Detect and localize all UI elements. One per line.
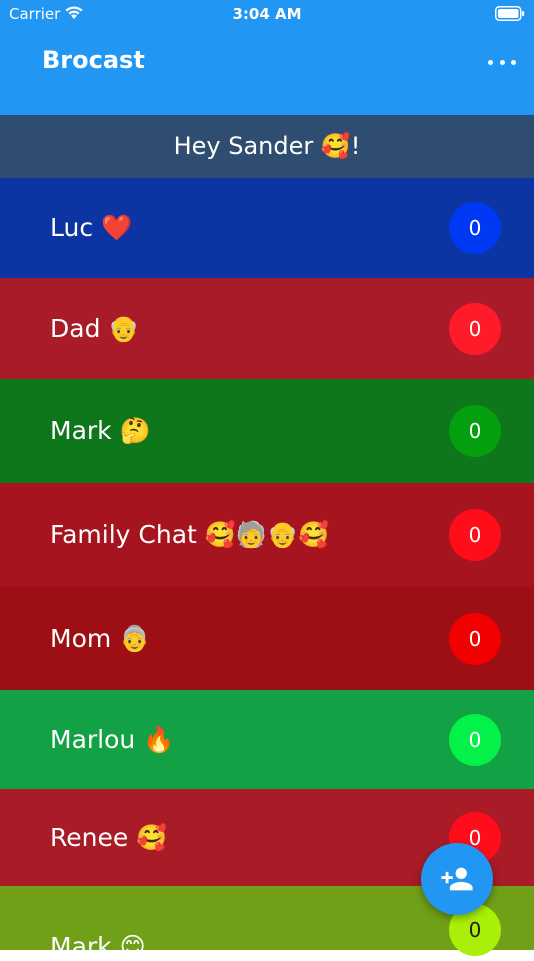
chat-row[interactable]: Mark 🤔 0	[0, 379, 534, 483]
app-title: Brocast	[42, 46, 145, 74]
unread-badge: 0	[449, 713, 501, 766]
add-friend-button[interactable]	[421, 843, 493, 915]
unread-badge: 0	[449, 509, 501, 561]
chat-list: Luc ❤️ 0 Dad 👴 0 Mark 🤔 0 Family Chat 🥰🧓…	[0, 178, 534, 961]
chat-name: Family Chat 🥰🧓👴🥰	[50, 520, 330, 549]
chat-row[interactable]: Family Chat 🥰🧓👴🥰 0	[0, 483, 534, 587]
chat-row[interactable]: Dad 👴 0	[0, 278, 534, 379]
greeting-banner: Hey Sander 🥰!	[0, 115, 534, 178]
status-bar: Carrier 3:04 AM	[0, 0, 534, 30]
person-add-icon	[441, 867, 473, 891]
chat-row[interactable]: Marlou 🔥 0	[0, 690, 534, 789]
chat-name: Mark 😊	[50, 932, 146, 961]
chat-name: Dad 👴	[50, 313, 140, 343]
chat-row[interactable]: Luc ❤️ 0	[0, 178, 534, 278]
chat-name: Mark 🤔	[50, 416, 151, 445]
battery-icon	[495, 6, 525, 21]
chat-name: Renee 🥰	[50, 822, 168, 852]
chat-name: Luc ❤️	[50, 213, 133, 242]
unread-badge: 0	[449, 302, 501, 355]
chat-row[interactable]: Mom 👵 0	[0, 587, 534, 690]
unread-badge: 0	[449, 612, 501, 665]
unread-badge: 0	[449, 405, 501, 457]
more-horiz-icon[interactable]	[488, 52, 516, 72]
status-time: 3:04 AM	[232, 5, 302, 23]
chat-name: Marlou 🔥	[50, 724, 175, 754]
unread-badge: 0	[449, 202, 501, 254]
app-bar: Brocast	[0, 30, 534, 115]
chat-name: Mom 👵	[50, 623, 151, 653]
